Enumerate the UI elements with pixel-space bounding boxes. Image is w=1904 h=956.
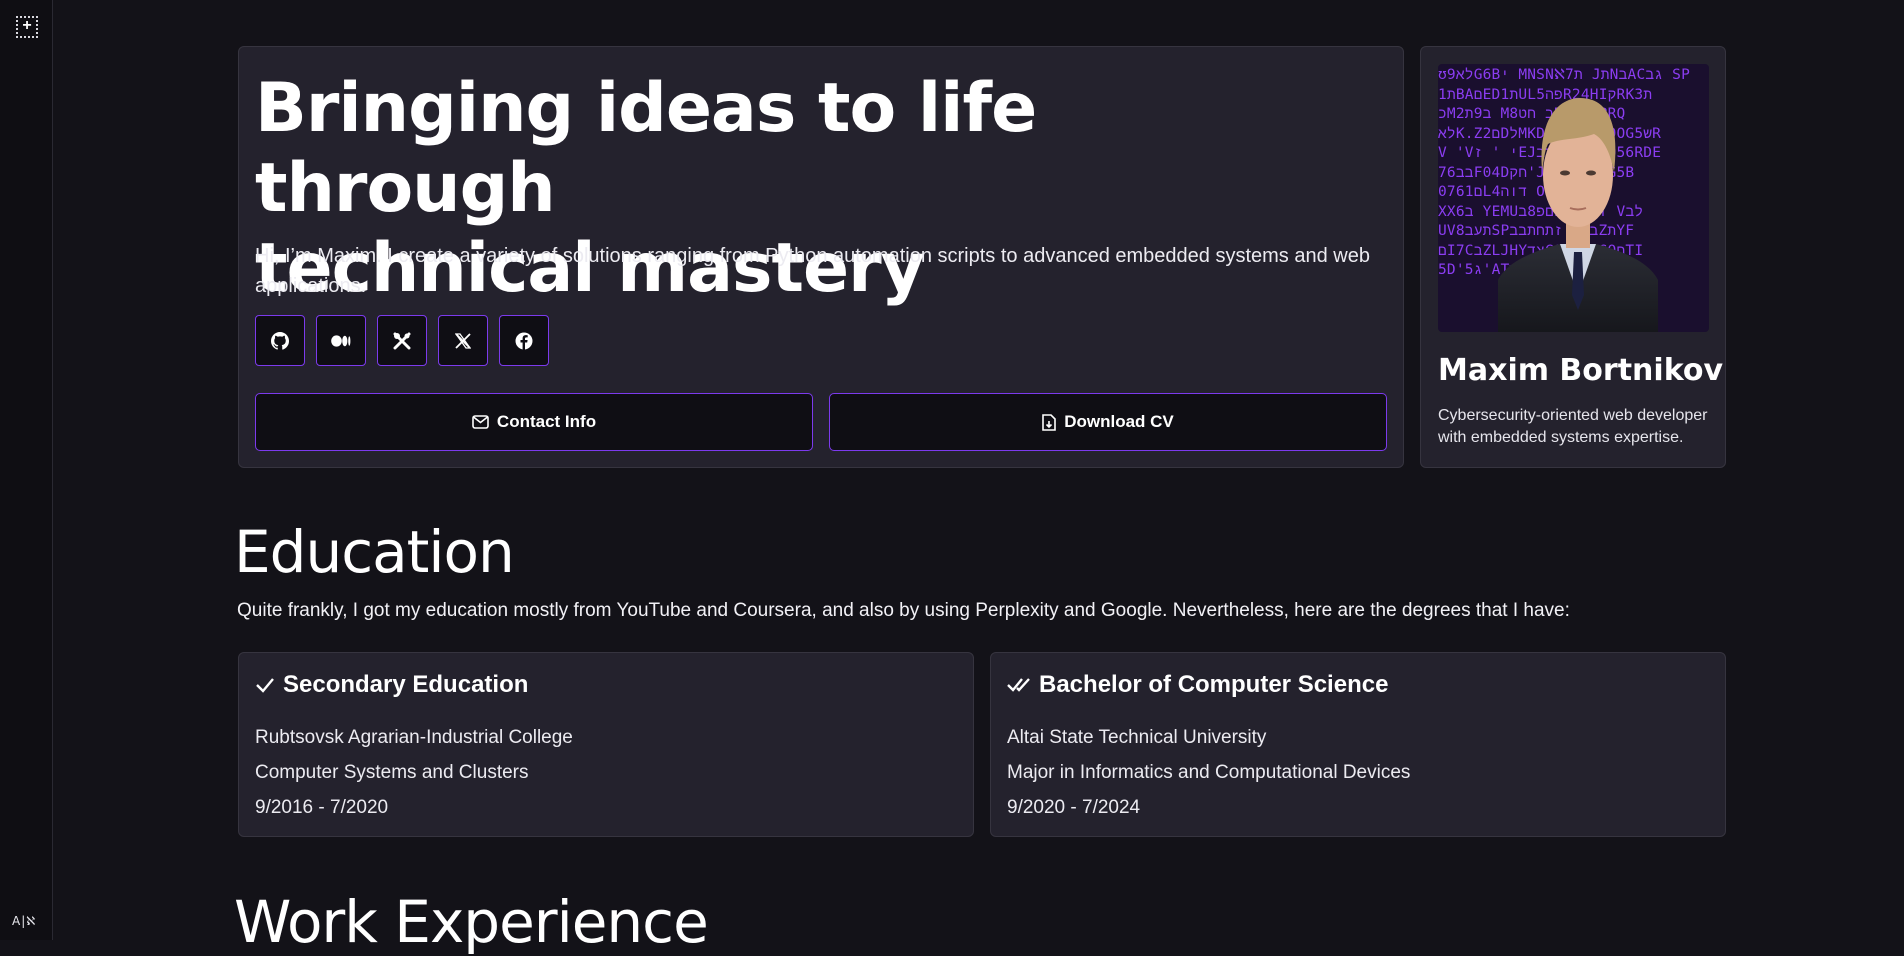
education-card-header: Secondary Education bbox=[255, 671, 528, 699]
tools-link[interactable] bbox=[377, 315, 427, 366]
intro-line-2: applications. bbox=[255, 275, 367, 297]
profile-name: Maxim Bortnikov bbox=[1438, 353, 1723, 388]
language-toggle[interactable]: A|ℵ bbox=[12, 914, 36, 928]
contact-info-button[interactable]: Contact Info bbox=[255, 393, 813, 451]
degree-field: Computer Systems and Clusters bbox=[255, 762, 529, 783]
degree-dates: 9/2016 - 7/2020 bbox=[255, 797, 389, 818]
file-download-icon bbox=[1042, 413, 1057, 431]
hero-actions: Contact Info Download CV bbox=[255, 393, 1387, 451]
download-cv-button[interactable]: Download CV bbox=[829, 393, 1387, 451]
github-link[interactable] bbox=[255, 315, 305, 366]
degree-institution: Rubtsovsk Agrarian-Industrial College bbox=[255, 727, 573, 748]
hero-card: Bringing ideas to life through technical… bbox=[238, 46, 1404, 468]
x-link[interactable] bbox=[438, 315, 488, 366]
github-icon bbox=[271, 331, 289, 350]
education-card-secondary: Secondary Education Rubtsovsk Agrarian-I… bbox=[238, 652, 974, 837]
check-icon bbox=[256, 678, 274, 693]
medium-icon bbox=[331, 334, 351, 347]
download-cv-label: Download CV bbox=[1064, 412, 1174, 431]
education-title: Education bbox=[234, 518, 515, 586]
medium-link[interactable] bbox=[316, 315, 366, 366]
degree-field: Major in Informatics and Computational D… bbox=[1007, 762, 1411, 783]
double-check-icon bbox=[1007, 678, 1030, 692]
tools-icon bbox=[393, 332, 411, 349]
degree-dates: 9/2020 - 7/2024 bbox=[1007, 797, 1141, 818]
social-links bbox=[255, 315, 549, 366]
degree-title: Secondary Education bbox=[283, 671, 529, 698]
profile-portrait bbox=[1498, 98, 1658, 332]
degree-title: Bachelor of Computer Science bbox=[1039, 671, 1389, 698]
education-card-bachelor: Bachelor of Computer Science Altai State… bbox=[990, 652, 1726, 837]
work-experience-title: Work Experience bbox=[234, 888, 709, 956]
contact-info-label: Contact Info bbox=[496, 412, 597, 431]
facebook-link[interactable] bbox=[499, 315, 549, 366]
intro-line-1: Hi, I’m Maxim. I create a variety of sol… bbox=[255, 245, 1370, 267]
mail-icon bbox=[472, 415, 489, 429]
x-icon bbox=[455, 332, 471, 349]
side-rail: + A|ℵ bbox=[0, 0, 53, 940]
profile-card: ʊ9לאG6Bי MNSNℵ7ת JתNבACגב SP 1תBAםEDת1UL… bbox=[1420, 46, 1726, 468]
headline-line-1: Bringing ideas to life through bbox=[255, 69, 1037, 228]
hero-intro: Hi, I’m Maxim. I create a variety of sol… bbox=[255, 241, 1385, 301]
education-description: Quite frankly, I got my education mostly… bbox=[237, 600, 1570, 621]
profile-photo: ʊ9לאG6Bי MNSNℵ7ת JתNבACגב SP 1תBAםEDת1UL… bbox=[1438, 64, 1709, 332]
expand-sidebar-icon[interactable]: + bbox=[16, 16, 38, 38]
degree-institution: Altai State Technical University bbox=[1007, 727, 1267, 748]
education-card-header: Bachelor of Computer Science bbox=[1007, 671, 1388, 699]
profile-bio: Cybersecurity-oriented web developer wit… bbox=[1438, 407, 1708, 446]
facebook-icon bbox=[515, 332, 533, 350]
